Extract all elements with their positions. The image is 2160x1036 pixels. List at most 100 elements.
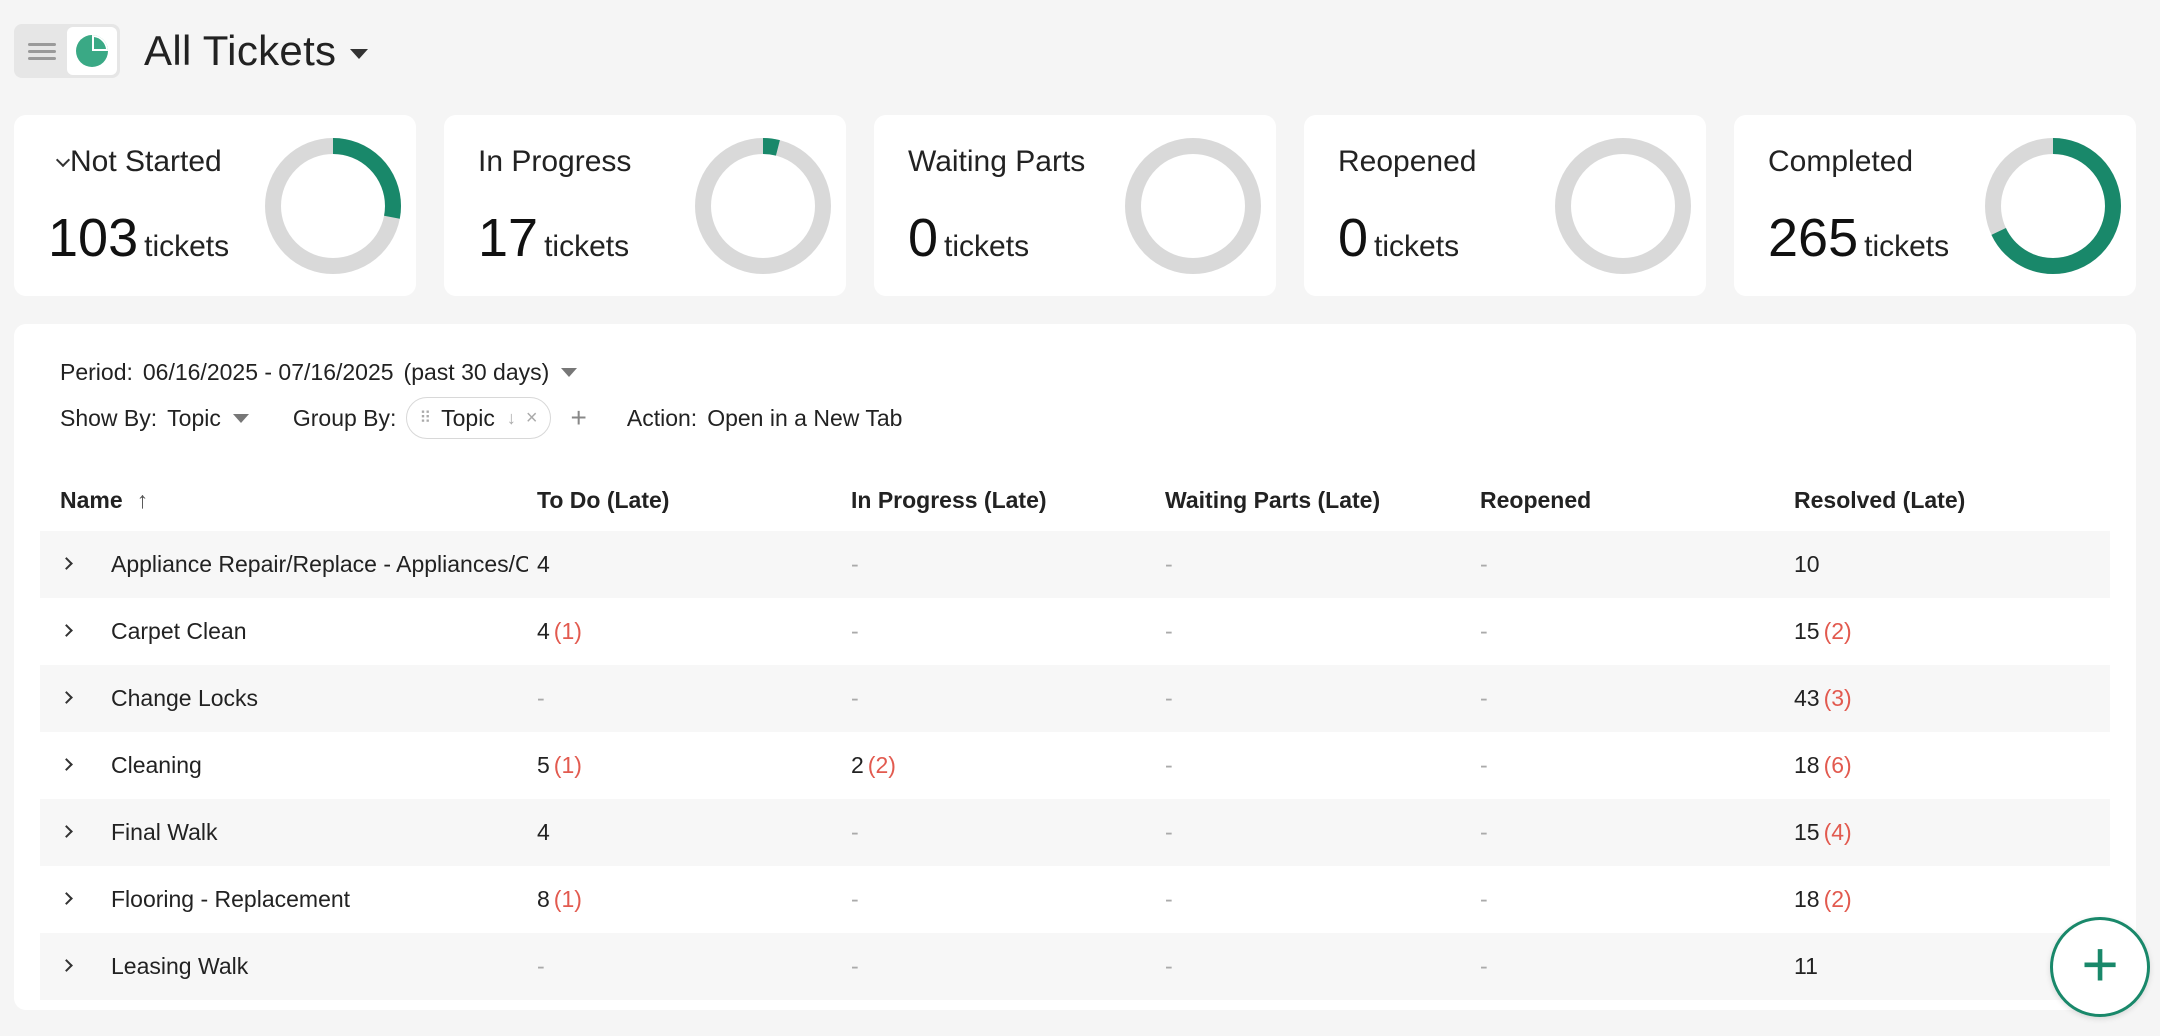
cell-in-progress: 2 (2) <box>851 752 896 778</box>
show-by-label: Show By: <box>60 404 158 431</box>
filter-row: Show By: Topic Group By: ⠿ Topic ↓ × + A… <box>60 397 902 439</box>
table-row[interactable]: Flooring - Replacement 8 (1) - - - 18 (2) <box>40 866 2110 933</box>
table-row[interactable]: Cleaning 5 (1) 2 (2) - - 18 (6) <box>40 732 2110 799</box>
chevron-right-icon[interactable] <box>60 825 73 838</box>
status-card-not-started[interactable]: Not Started 103 tickets <box>14 115 416 296</box>
period-label: Period: <box>60 359 133 385</box>
card-label: Not Started <box>70 145 222 178</box>
card-count: 0 tickets <box>1338 208 1460 268</box>
late-count: (1) <box>553 886 582 912</box>
chart-view-button[interactable] <box>67 27 117 75</box>
late-count: (6) <box>1823 752 1852 778</box>
action-label: Action: <box>626 404 698 431</box>
add-group-button[interactable]: + <box>571 402 587 434</box>
donut-chart <box>695 138 831 274</box>
group-by-chip[interactable]: ⠿ Topic ↓ × <box>406 397 551 439</box>
row-name: Flooring - Replacement <box>111 886 351 912</box>
show-by-select[interactable]: Topic <box>167 405 221 432</box>
period-note: (past 30 days) <box>403 359 550 385</box>
hamburger-icon <box>28 39 56 64</box>
chevron-right-icon[interactable] <box>60 892 73 905</box>
chevron-right-icon[interactable] <box>60 624 73 637</box>
row-name: Change Locks <box>111 685 259 711</box>
column-header-reopened[interactable]: Reopened <box>1480 487 1591 514</box>
cell-reopened: - <box>1480 551 1488 577</box>
row-name: Leasing Walk <box>111 953 249 979</box>
cell-waiting-parts: - <box>1165 953 1173 979</box>
late-count: (2) <box>1823 886 1852 912</box>
status-card-reopened[interactable]: Reopened 0 tickets <box>1304 115 1706 296</box>
donut-chart <box>1125 138 1261 274</box>
card-count: 265 tickets <box>1768 208 1950 268</box>
row-name: Final Walk <box>111 819 218 845</box>
late-count: (4) <box>1823 819 1852 845</box>
late-count: (2) <box>867 752 896 778</box>
list-view-button[interactable] <box>17 27 67 75</box>
table-row[interactable]: Leasing Walk - - - - 11 <box>40 933 2110 1000</box>
plus-icon: + <box>2081 928 2119 1000</box>
add-ticket-button[interactable]: + <box>2050 917 2150 1017</box>
cell-resolved: 18 (6) <box>1794 752 1852 778</box>
cell-reopened: - <box>1480 953 1488 979</box>
late-count: (2) <box>1823 618 1852 644</box>
cell-waiting-parts: - <box>1165 685 1173 711</box>
chevron-right-icon[interactable] <box>60 557 73 570</box>
cell-waiting-parts: - <box>1165 618 1173 644</box>
cell-todo: - <box>537 953 545 979</box>
column-header-in-progress[interactable]: In Progress (Late) <box>851 487 1047 514</box>
cell-reopened: - <box>1480 819 1488 845</box>
sort-up-icon[interactable]: ↑ <box>137 487 149 513</box>
chevron-right-icon[interactable] <box>60 758 73 771</box>
cell-in-progress: - <box>851 953 859 979</box>
donut-chart <box>265 138 401 274</box>
cell-resolved: 43 (3) <box>1794 685 1852 711</box>
drag-handle-icon[interactable]: ⠿ <box>419 408 431 428</box>
period-filter[interactable]: Period: 06/16/2025 - 07/16/2025 (past 30… <box>60 359 578 386</box>
cell-resolved: 15 (4) <box>1794 819 1852 845</box>
cell-in-progress: - <box>851 551 859 577</box>
donut-chart <box>1985 138 2121 274</box>
table-row[interactable]: Carpet Clean 4 (1) - - - 15 (2) <box>40 598 2110 665</box>
chevron-down-icon[interactable] <box>561 368 578 377</box>
chevron-down-icon[interactable] <box>350 49 369 59</box>
card-count: 0 tickets <box>908 208 1030 268</box>
view-toggle <box>14 24 120 78</box>
cell-in-progress: - <box>851 886 859 912</box>
cell-todo: 4 (1) <box>537 618 582 644</box>
group-by-chip-label: Topic <box>441 404 495 431</box>
column-header-resolved[interactable]: Resolved (Late) <box>1794 487 1965 514</box>
table-row[interactable]: Appliance Repair/Replace - Appliances/Co… <box>40 531 2110 598</box>
card-label: Completed <box>1768 145 1914 178</box>
table-row[interactable]: Change Locks - - - - 43 (3) <box>40 665 2110 732</box>
cell-resolved: 18 (2) <box>1794 886 1852 912</box>
status-card-completed[interactable]: Completed 265 tickets <box>1734 115 2136 296</box>
sort-down-icon[interactable]: ↓ <box>507 408 516 429</box>
chevron-right-icon[interactable] <box>60 959 73 972</box>
chevron-down-icon[interactable] <box>55 152 71 168</box>
page-title[interactable]: All Tickets <box>144 27 336 75</box>
row-name: Cleaning <box>111 752 202 778</box>
card-label: Waiting Parts <box>908 145 1086 178</box>
period-value: 06/16/2025 - 07/16/2025 <box>142 359 394 385</box>
cell-todo: 4 <box>537 551 550 577</box>
status-card-waiting-parts[interactable]: Waiting Parts 0 tickets <box>874 115 1276 296</box>
close-icon[interactable]: × <box>526 407 538 430</box>
column-header-name[interactable]: Name ↑ <box>60 487 148 514</box>
cell-waiting-parts: - <box>1165 551 1173 577</box>
action-value[interactable]: Open in a New Tab <box>707 405 902 432</box>
column-header-waiting-parts[interactable]: Waiting Parts (Late) <box>1165 487 1380 514</box>
chevron-down-icon[interactable] <box>232 413 249 423</box>
late-count: (1) <box>553 618 582 644</box>
cell-reopened: - <box>1480 685 1488 711</box>
group-by-label: Group By: <box>292 404 397 431</box>
status-card-in-progress[interactable]: In Progress 17 tickets <box>444 115 846 296</box>
cell-reopened: - <box>1480 886 1488 912</box>
cell-todo: 5 (1) <box>537 752 582 778</box>
donut-chart <box>1555 138 1691 274</box>
late-count: (1) <box>553 752 582 778</box>
card-count: 17 tickets <box>478 208 630 268</box>
pie-chart-icon <box>76 35 108 67</box>
table-row[interactable]: Final Walk 4 - - - 15 (4) <box>40 799 2110 866</box>
chevron-right-icon[interactable] <box>60 691 73 704</box>
column-header-todo[interactable]: To Do (Late) <box>537 487 669 514</box>
